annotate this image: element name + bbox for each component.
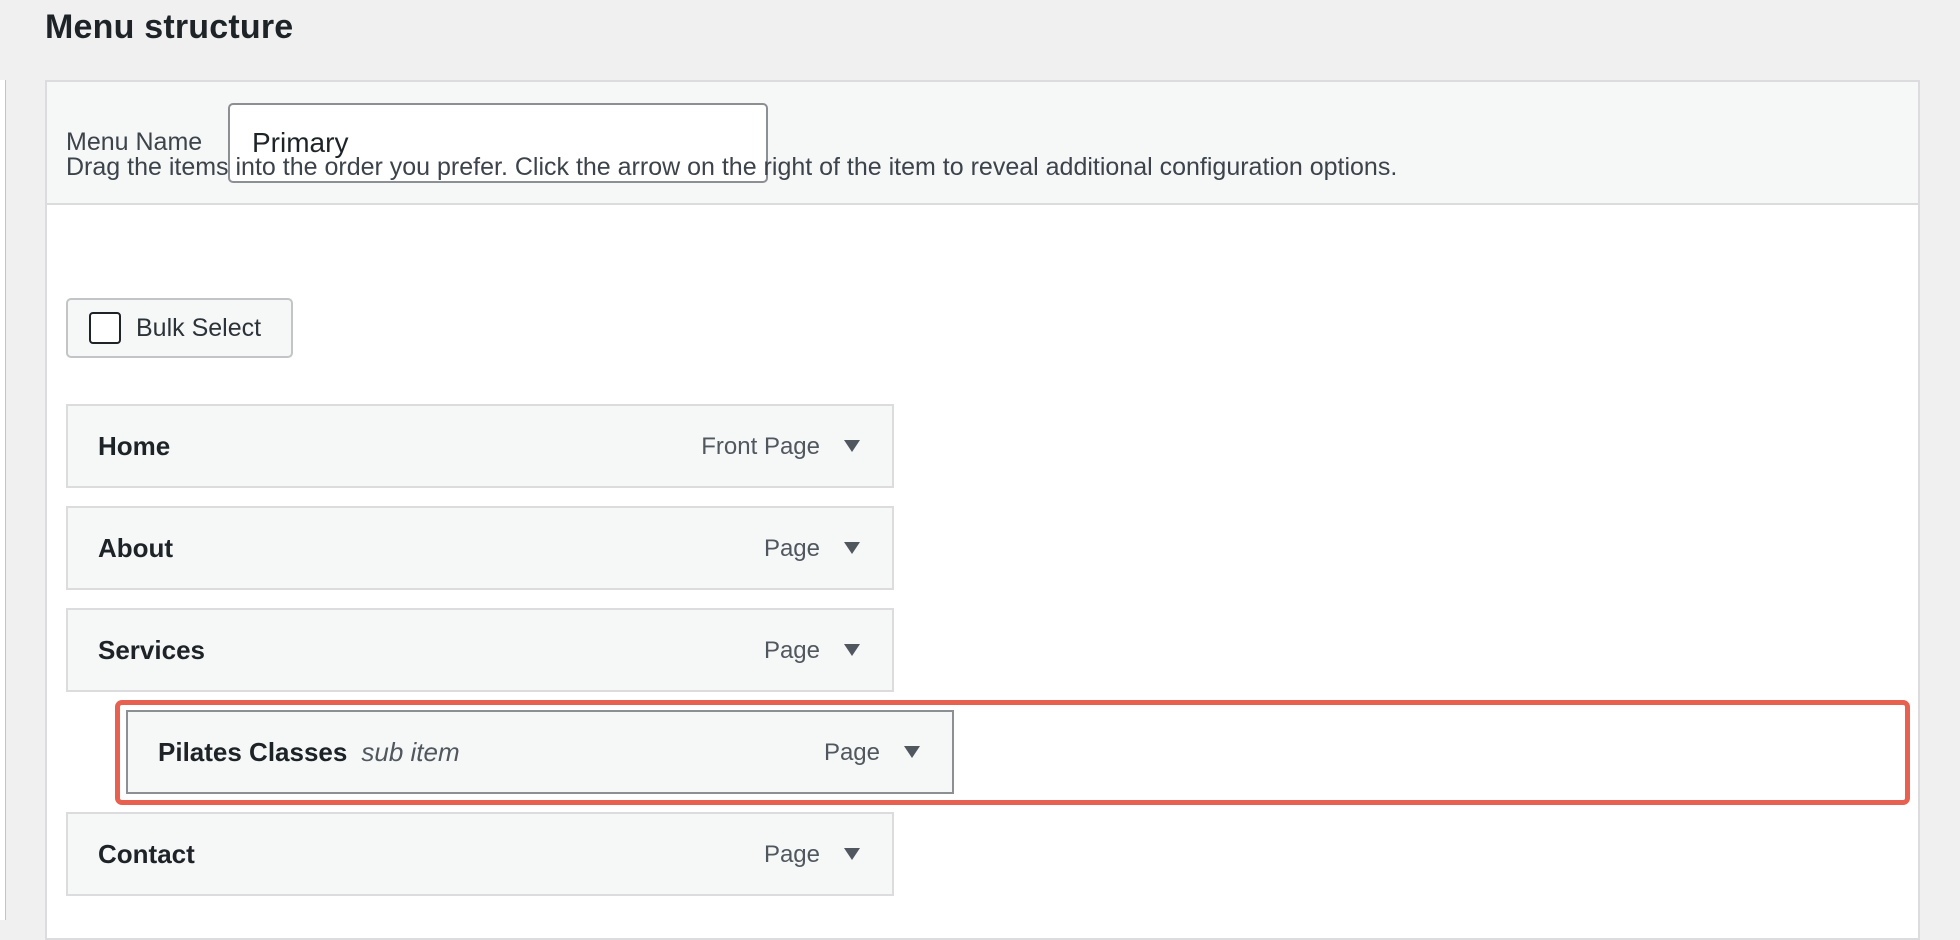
menu-item-title: Services — [98, 635, 205, 666]
menu-item-title-text: Contact — [98, 839, 195, 869]
menu-item-title: About — [98, 533, 173, 564]
menu-item-title-text: Services — [98, 635, 205, 665]
menu-item-title: Home — [98, 431, 170, 462]
bulk-select-label: Bulk Select — [136, 313, 262, 342]
left-panel-edge — [0, 80, 6, 920]
menu-item-title-text: Home — [98, 431, 171, 461]
page-title: Menu structure — [45, 8, 294, 46]
triangle-down-icon[interactable] — [888, 728, 936, 776]
bulk-select-checkbox[interactable] — [89, 312, 121, 344]
menu-item-title: Pilates Classes sub item — [158, 737, 460, 768]
menu-item-title-text: Pilates Classes — [158, 737, 348, 767]
menu-item-contact[interactable]: Contact Page — [66, 812, 894, 896]
menu-item-pilates-classes[interactable]: Pilates Classes sub item Page — [126, 710, 954, 794]
menu-item-type: Page — [763, 535, 820, 562]
bulk-select-button[interactable]: Bulk Select — [66, 298, 293, 358]
menu-item-services[interactable]: Services Page — [66, 608, 894, 692]
triangle-down-icon[interactable] — [828, 422, 876, 470]
menu-header: Menu Name — [47, 82, 1918, 205]
menu-item-title-text: About — [98, 533, 174, 563]
menu-item-type: Page — [763, 637, 820, 664]
menu-item-type: Page — [823, 739, 880, 766]
triangle-down-icon[interactable] — [828, 626, 876, 674]
menu-item-type: Front Page — [701, 433, 820, 460]
menu-item-home[interactable]: Home Front Page — [66, 404, 894, 488]
sub-item-label: sub item — [361, 737, 460, 767]
menu-item-about[interactable]: About Page — [66, 506, 894, 590]
drag-instructions: Drag the items into the order you prefer… — [66, 153, 1398, 181]
triangle-down-icon[interactable] — [828, 524, 876, 572]
triangle-down-icon[interactable] — [828, 830, 876, 878]
menu-item-title: Contact — [98, 839, 195, 870]
menu-item-type: Page — [763, 841, 820, 868]
